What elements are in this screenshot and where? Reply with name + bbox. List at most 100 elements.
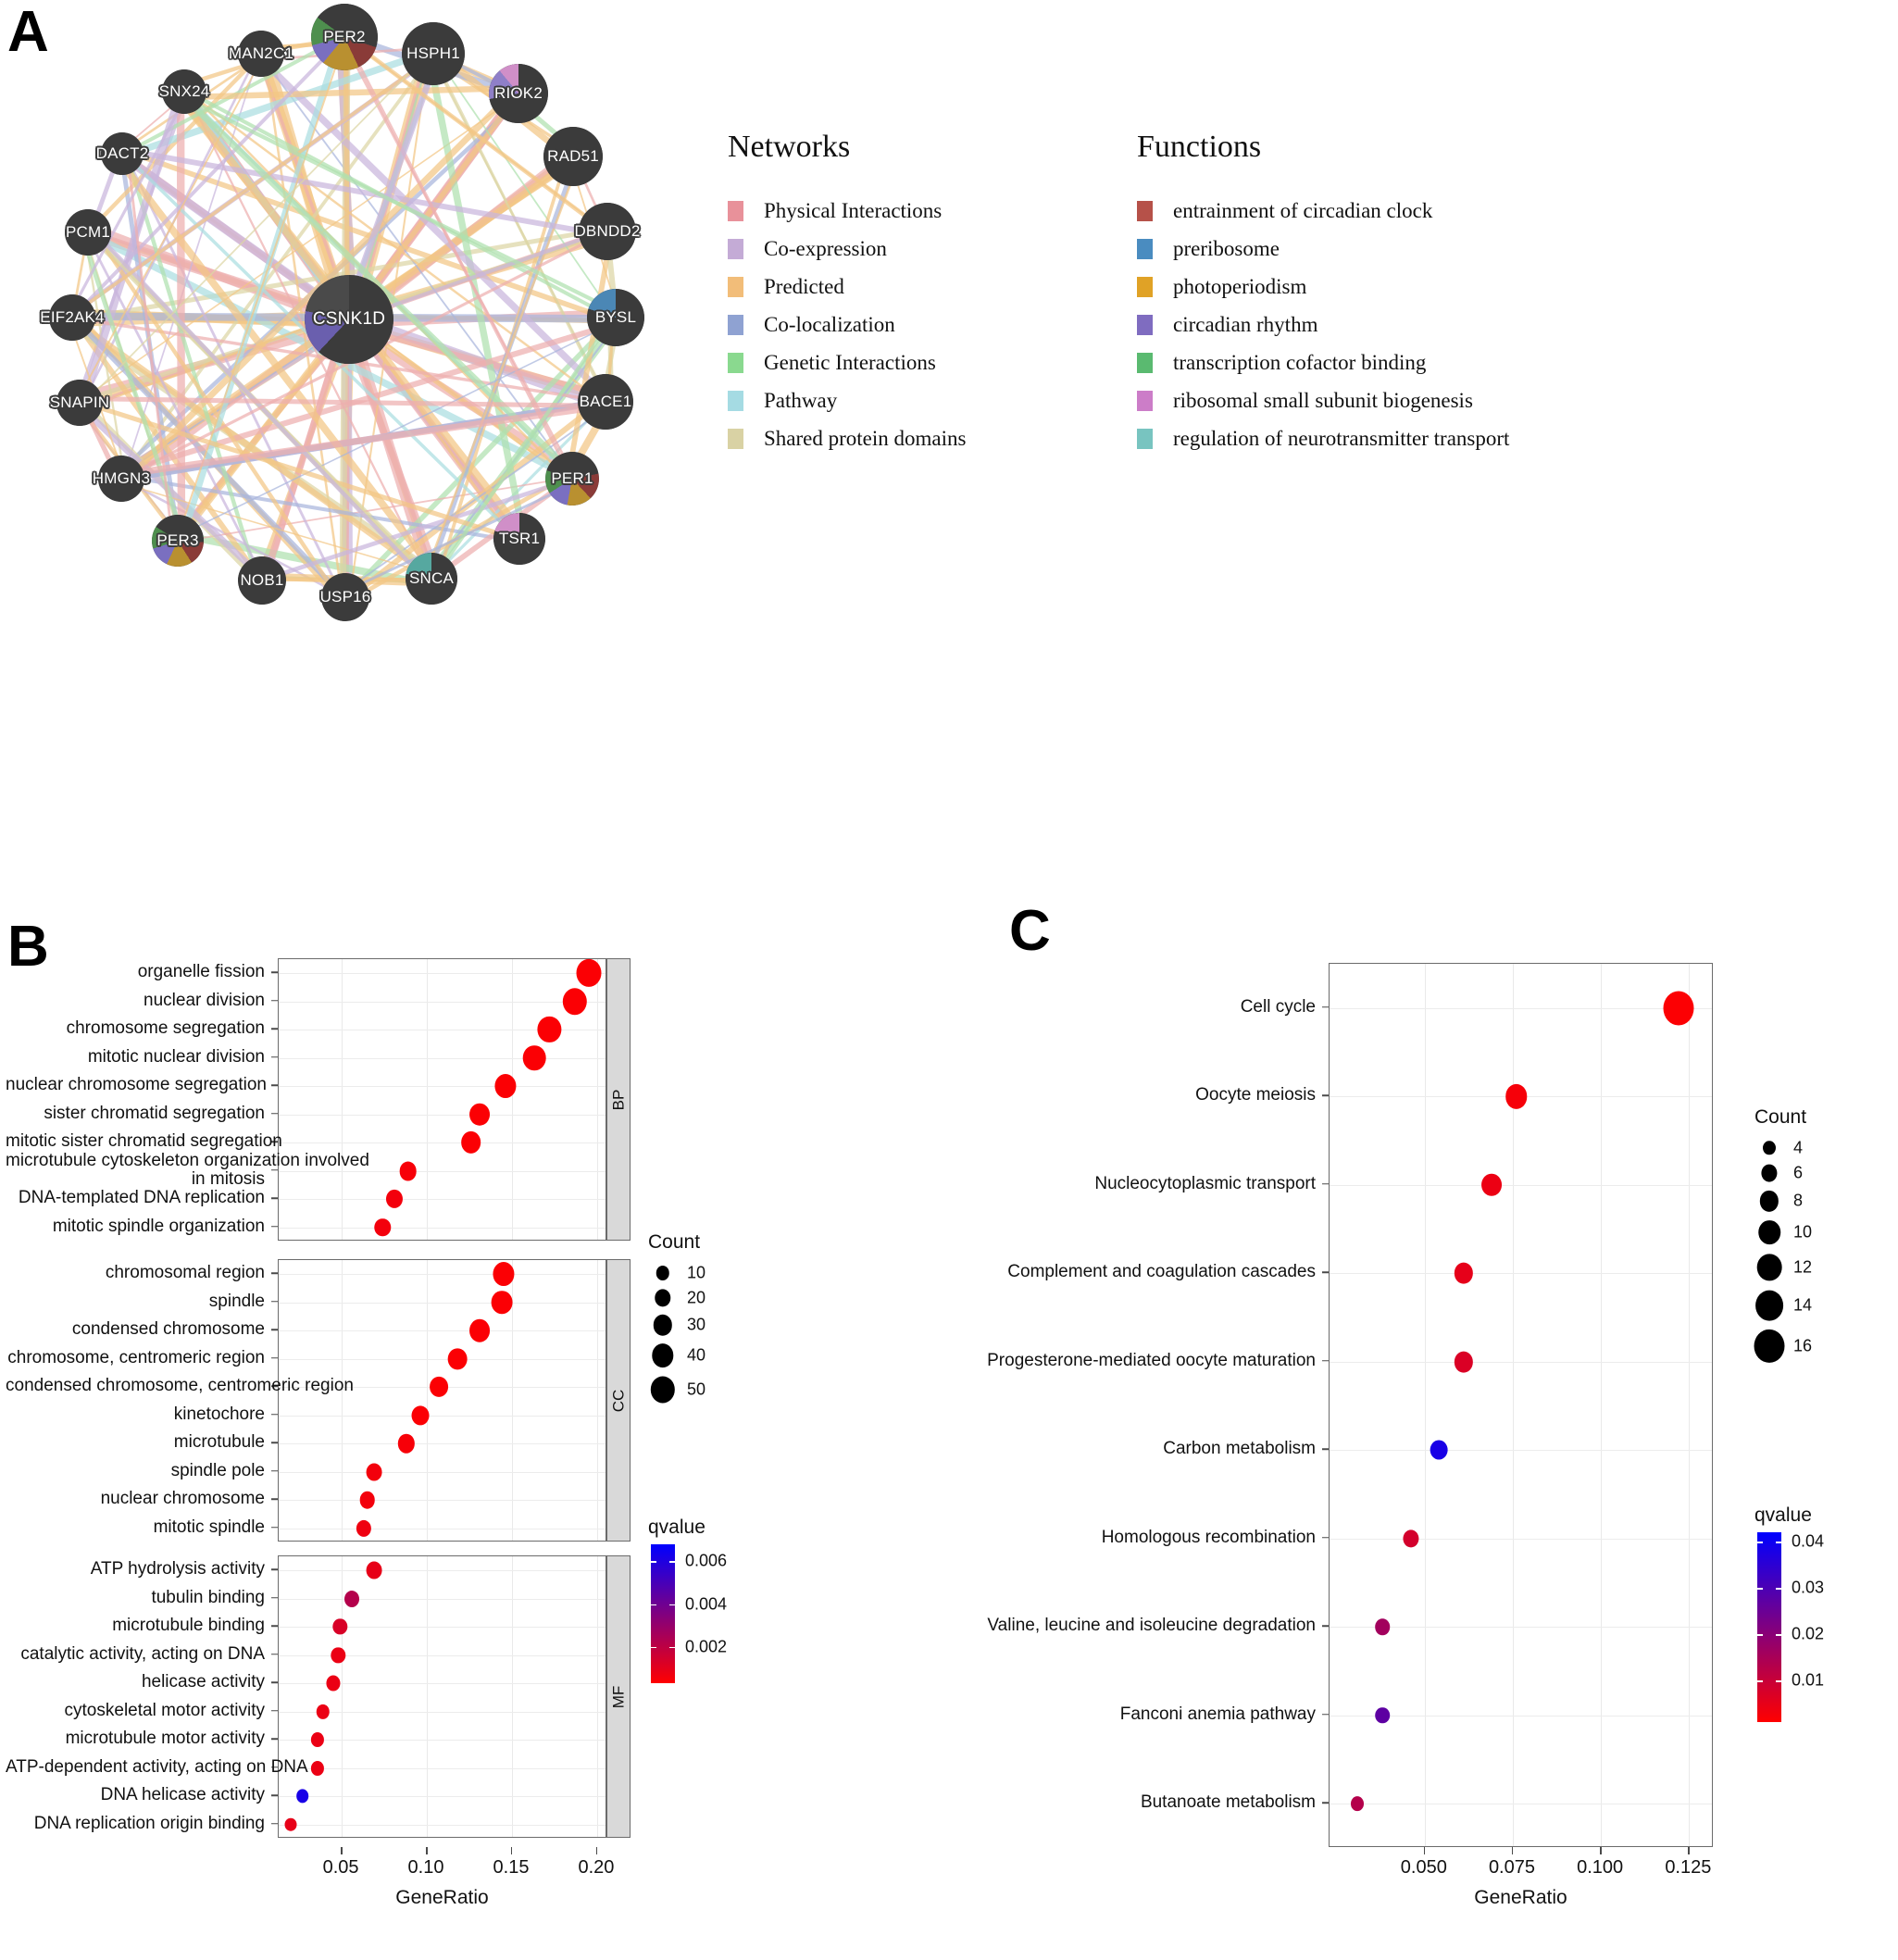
y-axis-label: ATP-dependent activity, acting on DNA (6, 1756, 308, 1777)
y-axis-tick (271, 1654, 278, 1655)
data-point[interactable] (366, 1463, 382, 1481)
horizontal-gridline (279, 1415, 606, 1417)
network-node (56, 380, 103, 426)
y-axis-tick (1322, 1094, 1329, 1096)
networks-legend-swatch (728, 352, 743, 373)
y-axis-tick (1322, 1625, 1329, 1627)
y-axis-label: mitotic spindle (153, 1517, 265, 1537)
color-legend-tick (1776, 1542, 1781, 1543)
data-point[interactable] (411, 1405, 430, 1426)
horizontal-gridline (279, 1114, 606, 1116)
data-point[interactable] (1375, 1707, 1390, 1724)
size-legend-dot (1759, 1191, 1779, 1212)
y-axis-label: DNA replication origin binding (33, 1813, 265, 1833)
y-axis-label: microtubule (173, 1432, 265, 1453)
data-point[interactable] (447, 1348, 468, 1370)
horizontal-gridline (279, 1274, 606, 1276)
size-legend-label: 10 (1793, 1222, 1813, 1242)
color-legend-tick (1757, 1588, 1763, 1590)
data-point[interactable] (493, 1262, 515, 1287)
data-point[interactable] (1663, 991, 1694, 1026)
size-legend-label: 6 (1793, 1163, 1804, 1182)
node-pie (238, 556, 286, 605)
size-legend-dot (652, 1343, 674, 1368)
data-point[interactable] (359, 1491, 375, 1509)
data-point[interactable] (356, 1519, 372, 1537)
data-point[interactable] (311, 1732, 325, 1748)
functions-legend-item: entrainment of circadian clock (1137, 192, 1509, 230)
data-point[interactable] (332, 1618, 347, 1635)
data-point[interactable] (469, 1103, 490, 1127)
data-point[interactable] (331, 1647, 346, 1664)
size-legend-label: 10 (687, 1263, 706, 1282)
data-point[interactable] (1375, 1618, 1390, 1635)
data-point[interactable] (344, 1590, 360, 1607)
functions-legend-item: transcription cofactor binding (1137, 343, 1509, 381)
data-point[interactable] (494, 1074, 517, 1099)
y-axis-tick (1322, 1448, 1329, 1450)
functions-legend-item: ribosomal small subunit biogenesis (1137, 381, 1509, 419)
functions-legend-swatch (1137, 428, 1153, 449)
facet-strip-label: BP (609, 1089, 627, 1110)
y-axis-label: tubulin binding (151, 1587, 265, 1607)
network-node (578, 374, 633, 430)
data-point[interactable] (386, 1190, 404, 1209)
networks-legend-item: Predicted (728, 268, 966, 306)
gene-network-diagram: PER2 MAN2C1 HSPH1 SNX24 RIOK2 DACT2 RAD51 PCM1 D… (0, 0, 722, 639)
y-axis-tick (1322, 1006, 1329, 1008)
data-point[interactable] (311, 1760, 325, 1776)
data-point[interactable] (491, 1290, 513, 1315)
data-point[interactable] (469, 1318, 490, 1342)
data-point[interactable] (326, 1675, 341, 1692)
horizontal-gridline (1330, 1007, 1712, 1009)
networks-legend-item: Pathway (728, 381, 966, 419)
horizontal-gridline (1330, 1450, 1712, 1452)
data-point[interactable] (366, 1561, 382, 1579)
network-node (305, 275, 393, 364)
networks-legend-title: Networks (728, 130, 851, 164)
data-point[interactable] (284, 1817, 297, 1832)
functions-legend-item: photoperiodism (1137, 268, 1509, 306)
data-point[interactable] (316, 1704, 331, 1719)
plot-panel (278, 1259, 606, 1542)
data-point[interactable] (397, 1433, 416, 1454)
data-point[interactable] (562, 987, 588, 1016)
y-axis-label: sister chromatid segregation (44, 1103, 265, 1123)
node-pie (101, 132, 144, 175)
data-point[interactable] (576, 959, 602, 988)
x-axis-tick-label: 0.100 (1577, 1857, 1624, 1878)
data-point[interactable] (374, 1217, 391, 1237)
data-point[interactable] (1505, 1084, 1528, 1109)
functions-legend-item: circadian rhythm (1137, 306, 1509, 343)
data-point[interactable] (1454, 1262, 1473, 1284)
functions-legend-swatch (1137, 276, 1153, 297)
data-point[interactable] (429, 1377, 448, 1398)
data-point[interactable] (461, 1131, 481, 1155)
functions-legend-swatch (1137, 200, 1153, 221)
functions-legend-item: regulation of neurotransmitter transport (1137, 419, 1509, 457)
network-node (162, 69, 206, 114)
y-axis-tick (271, 1597, 278, 1599)
node-pie (162, 69, 206, 114)
data-point[interactable] (1402, 1529, 1419, 1548)
horizontal-gridline (1330, 1361, 1712, 1363)
data-point[interactable] (399, 1161, 418, 1181)
data-point[interactable] (537, 1017, 562, 1043)
y-axis-label: chromosomal region (105, 1263, 265, 1283)
y-axis-label: Carbon metabolism (1163, 1439, 1316, 1459)
network-node (238, 31, 284, 77)
color-legend-bar (651, 1544, 675, 1683)
data-point[interactable] (1454, 1351, 1473, 1373)
y-axis-tick (271, 1414, 278, 1416)
horizontal-gridline (1330, 1184, 1712, 1186)
networks-legend-label: Predicted (764, 274, 844, 298)
data-point[interactable] (1430, 1440, 1448, 1460)
node-pie (305, 275, 393, 364)
data-point[interactable] (1481, 1173, 1503, 1197)
data-point[interactable] (522, 1044, 546, 1071)
data-point[interactable] (1351, 1796, 1365, 1812)
x-axis-title: GeneRatio (395, 1887, 489, 1908)
y-axis-tick (271, 1823, 278, 1825)
y-axis-label: kinetochore (173, 1404, 265, 1424)
data-point[interactable] (295, 1789, 309, 1804)
